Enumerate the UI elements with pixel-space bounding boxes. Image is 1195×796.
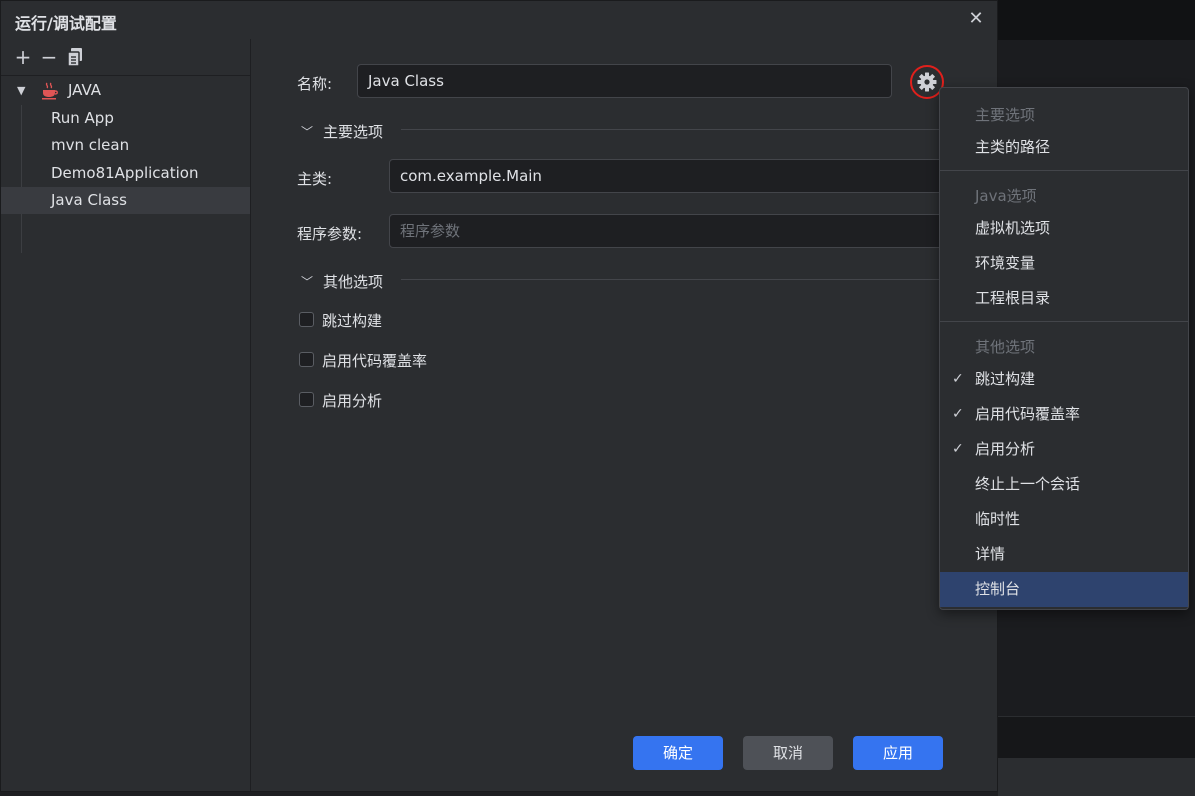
config-form: 名称: Java Class ﹀ 主要选项 主类: com.example.Ma…	[251, 39, 1009, 791]
tree-item-label: Run App	[51, 109, 114, 127]
check-icon: ✓	[952, 441, 964, 457]
menu-item-details[interactable]: 详情	[940, 537, 1188, 572]
main-options-section[interactable]: 主要选项	[323, 121, 383, 142]
apply-button[interactable]: 应用	[853, 736, 943, 770]
menu-header-other: 其他选项	[975, 338, 1036, 356]
menu-item-label: 跳过构建	[975, 370, 1036, 388]
gear-icon[interactable]	[917, 72, 937, 96]
chevron-down-icon[interactable]: ﹀	[301, 123, 313, 140]
name-input[interactable]: Java Class	[357, 64, 892, 98]
check-icon: ✓	[952, 406, 964, 422]
close-icon[interactable]: ✕	[965, 7, 987, 31]
menu-item-label: 控制台	[975, 580, 1021, 598]
tree-item-demo81application[interactable]: Demo81Application	[1, 160, 250, 187]
expand-triangle-icon[interactable]: ▼	[17, 77, 25, 104]
tree-item-label: Demo81Application	[51, 164, 199, 182]
minus-icon[interactable]: −	[39, 47, 59, 67]
menu-item-label: 工程根目录	[975, 289, 1051, 307]
menu-separator	[940, 170, 1188, 171]
menu-item-label: 主类的路径	[975, 138, 1051, 156]
menu-item-profiling[interactable]: ✓ 启用分析	[940, 432, 1188, 467]
menu-item-label: 环境变量	[975, 254, 1036, 272]
menu-item-label: 终止上一个会话	[975, 475, 1081, 493]
background-statusbar	[998, 758, 1195, 796]
profiling-checkbox[interactable]	[299, 392, 314, 407]
menu-item-coverage[interactable]: ✓ 启用代码覆盖率	[940, 397, 1188, 432]
tree-item-run-app[interactable]: Run App	[1, 105, 250, 132]
menu-item-env-vars[interactable]: 环境变量	[940, 246, 1188, 281]
run-debug-config-dialog: 运行/调试配置 ✕ + − ▼ JAVA Run App mvn clean D…	[0, 0, 1009, 792]
menu-item-label: 启用分析	[975, 440, 1036, 458]
dialog-titlebar[interactable]: 运行/调试配置 ✕	[1, 1, 997, 39]
menu-item-main-class-path[interactable]: 主类的路径	[940, 130, 1188, 165]
tree-item-java-class[interactable]: Java Class	[1, 187, 250, 214]
tree-group-java[interactable]: ▼ JAVA	[1, 77, 250, 104]
plus-icon[interactable]: +	[13, 47, 33, 67]
menu-item-label: 详情	[975, 545, 1006, 563]
menu-header-java: Java选项	[975, 187, 1037, 205]
main-class-input[interactable]: com.example.Main	[389, 159, 1009, 193]
menu-header-main: 主要选项	[975, 106, 1036, 124]
modify-options-menu: 主要选项 主类的路径 Java选项 虚拟机选项 环境变量 工程根目录 其他选项 …	[939, 87, 1189, 610]
tree-toolbar: + −	[1, 39, 250, 76]
checkbox-label: 跳过构建	[322, 312, 383, 330]
menu-item-vm-options[interactable]: 虚拟机选项	[940, 211, 1188, 246]
ok-button[interactable]: 确定	[633, 736, 723, 770]
tree-item-label: Java Class	[51, 191, 127, 209]
dialog-title: 运行/调试配置	[15, 14, 117, 33]
checkbox-label: 启用代码覆盖率	[322, 352, 428, 370]
tree-item-label: mvn clean	[51, 136, 130, 154]
menu-item-label: 启用代码覆盖率	[975, 405, 1081, 423]
main-class-label: 主类:	[297, 170, 333, 188]
other-options-section[interactable]: 其他选项	[323, 271, 383, 292]
program-args-label: 程序参数:	[297, 225, 363, 243]
section-divider	[401, 129, 991, 130]
program-args-input[interactable]: 程序参数	[389, 214, 1009, 248]
section-divider	[401, 279, 991, 280]
checkbox-label: 启用分析	[322, 392, 383, 410]
copy-icon[interactable]	[65, 47, 85, 67]
cancel-button[interactable]: 取消	[743, 736, 833, 770]
coverage-checkbox[interactable]	[299, 352, 314, 367]
check-icon: ✓	[952, 371, 964, 387]
menu-item-label: 虚拟机选项	[975, 219, 1051, 237]
menu-item-terminate-previous[interactable]: 终止上一个会话	[940, 467, 1188, 502]
name-label: 名称:	[297, 75, 333, 93]
menu-item-console[interactable]: 控制台	[940, 572, 1188, 607]
background-panel	[998, 716, 1195, 759]
skip-build-checkbox[interactable]	[299, 312, 314, 327]
tree-group-label: JAVA	[68, 81, 102, 99]
tree-item-mvn-clean[interactable]: mvn clean	[1, 132, 250, 159]
config-tree-pane: + − ▼ JAVA Run App mvn clean Demo81Appli…	[1, 39, 251, 791]
background-toolbar	[998, 0, 1195, 40]
menu-item-label: 临时性	[975, 510, 1021, 528]
menu-separator	[940, 321, 1188, 322]
chevron-down-icon[interactable]: ﹀	[301, 273, 313, 290]
menu-item-working-dir[interactable]: 工程根目录	[940, 281, 1188, 316]
menu-item-skip-build[interactable]: ✓ 跳过构建	[940, 362, 1188, 397]
menu-item-temporary[interactable]: 临时性	[940, 502, 1188, 537]
